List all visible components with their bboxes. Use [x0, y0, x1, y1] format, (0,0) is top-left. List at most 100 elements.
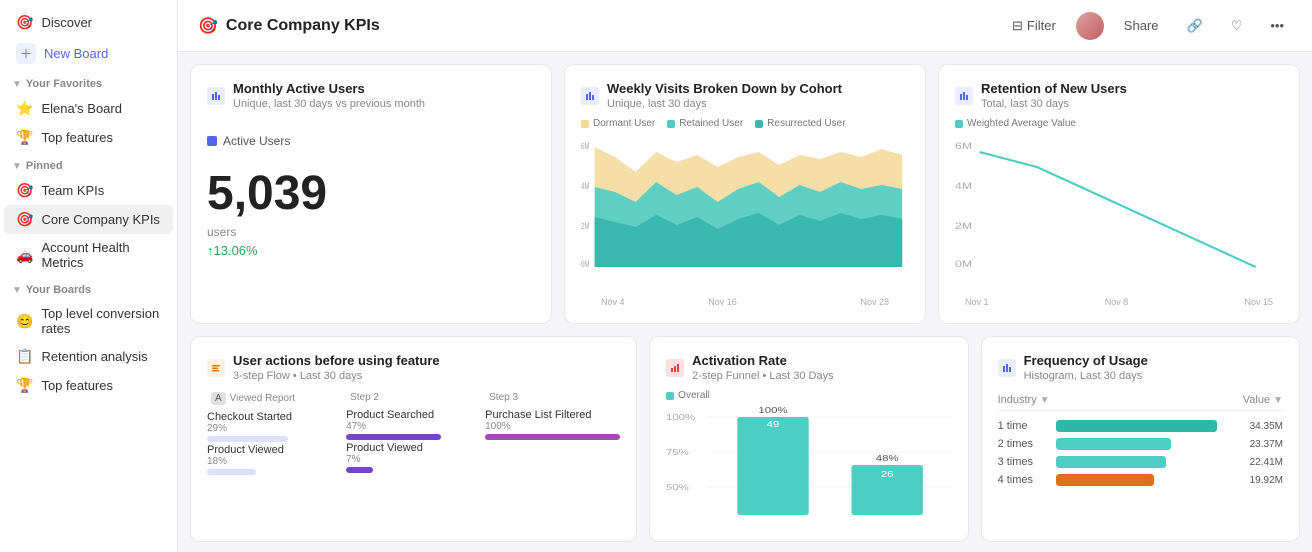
- mau-card: Monthly Active Users Unique, last 30 day…: [190, 64, 552, 324]
- legend-weighted: Weighted Average Value: [955, 118, 1076, 129]
- weekly-subtitle: Unique, last 30 days: [607, 98, 842, 110]
- elenas-board-label: Elena's Board: [41, 101, 122, 116]
- dormant-dot: [581, 120, 589, 128]
- sidebar-item-new-board[interactable]: ＋ New Board: [4, 37, 173, 70]
- freq-bar-3: [1056, 456, 1166, 468]
- bar-c1: [485, 434, 620, 440]
- title-icon: 🎯: [198, 16, 218, 36]
- frequency-title-text: Frequency of Usage: [1024, 353, 1148, 368]
- sidebar-item-core-company[interactable]: 🎯 Core Company KPIs: [4, 205, 173, 234]
- user-actions-title: User actions before using feature: [233, 353, 440, 368]
- link-button[interactable]: 🔗: [1179, 14, 1211, 38]
- freq-row-2: 2 times 23.37M: [998, 435, 1283, 453]
- sidebar-new-board-label: New Board: [44, 46, 108, 61]
- freq-label-2: 2 times: [998, 438, 1048, 450]
- industry-label: Industry: [998, 394, 1037, 406]
- industry-header[interactable]: Industry ▼: [998, 394, 1050, 406]
- weekly-x-labels: Nov 4 Nov 16 Nov 28: [581, 297, 909, 307]
- sidebar-item-retention[interactable]: 📋 Retention analysis: [4, 342, 173, 371]
- sidebar-item-elenas-board[interactable]: ⭐ Elena's Board: [4, 94, 173, 123]
- funnel-columns: A Viewed Report Checkout Started 29% Pro…: [207, 390, 620, 477]
- mau-subtitle: Unique, last 30 days vs previous month: [233, 98, 425, 110]
- sidebar-item-top-features-board[interactable]: 🏆 Top features: [4, 371, 173, 400]
- star-icon: ⭐: [16, 100, 33, 117]
- target-icon: 🎯: [16, 182, 33, 199]
- more-button[interactable]: •••: [1262, 14, 1292, 37]
- freq-row-3: 3 times 22.41M: [998, 453, 1283, 471]
- svg-text:4M: 4M: [581, 181, 590, 192]
- value-header[interactable]: Value ▼: [1243, 394, 1283, 406]
- filter-button[interactable]: ⊟ Filter: [1004, 14, 1064, 38]
- sidebar-boards-section[interactable]: ▼ Your Boards: [0, 276, 177, 300]
- activation-header: Activation Rate 2-step Funnel • Last 30 …: [666, 353, 951, 382]
- resurrected-dot: [755, 120, 763, 128]
- bar-b2: [346, 467, 373, 473]
- item-c1-label: Purchase List Filtered: [485, 409, 620, 421]
- legend-dormant: Dormant User: [581, 118, 655, 129]
- chevron-icon: ▼: [12, 79, 22, 90]
- svg-text:6M: 6M: [581, 141, 590, 152]
- svg-text:2M: 2M: [955, 221, 972, 231]
- car-icon: 🚗: [16, 247, 33, 264]
- share-button[interactable]: Share: [1116, 14, 1167, 37]
- user-actions-title-text: User actions before using feature: [233, 353, 440, 368]
- filter-icon: ⊟: [1012, 18, 1023, 34]
- legend-retained: Retained User: [667, 118, 743, 129]
- frequency-card: Frequency of Usage Histogram, Last 30 da…: [981, 336, 1300, 542]
- sidebar-item-team-kpis[interactable]: 🎯 Team KPIs: [4, 176, 173, 205]
- sidebar-item-conversion[interactable]: 😊 Top level conversion rates: [4, 300, 173, 342]
- dormant-label: Dormant User: [593, 118, 655, 129]
- activation-subtitle: 2-step Funnel • Last 30 Days: [692, 370, 833, 382]
- freq-bar-wrap-2: [1056, 438, 1225, 450]
- value-label: Value: [1243, 394, 1270, 406]
- sidebar-item-account-health[interactable]: 🚗 Account Health Metrics: [4, 234, 173, 276]
- favorite-button[interactable]: ♡: [1223, 14, 1251, 38]
- page-title: 🎯 Core Company KPIs: [198, 16, 380, 36]
- mau-title: Monthly Active Users: [233, 81, 425, 96]
- freq-bar-2: [1056, 438, 1171, 450]
- funnel-col-a: A Viewed Report Checkout Started 29% Pro…: [207, 390, 342, 477]
- trophy-icon-2: 🏆: [16, 377, 33, 394]
- sidebar-item-discover[interactable]: 🎯 Discover: [4, 8, 173, 37]
- user-actions-subtitle: 3-step Flow • Last 30 days: [233, 370, 440, 382]
- retention-title-text: Retention of New Users: [981, 81, 1127, 96]
- freq-value-3: 22.41M: [1233, 457, 1283, 468]
- bar-b1: [346, 434, 441, 440]
- funnel-item-a1: Checkout Started 29%: [207, 411, 342, 442]
- retention-label: Retention analysis: [41, 349, 147, 364]
- funnel-item-b2: Product Viewed 7%: [346, 442, 481, 473]
- legend-resurrected: Resurrected User: [755, 118, 845, 129]
- col-c-label: Step 3: [489, 392, 518, 403]
- freq-table-header: Industry ▼ Value ▼: [998, 390, 1283, 411]
- activation-icon: [666, 359, 684, 377]
- activation-legend: Overall: [666, 390, 951, 401]
- item-b1-pct: 47%: [346, 421, 481, 432]
- discover-icon: 🎯: [16, 14, 33, 31]
- svg-text:6M: 6M: [955, 141, 972, 151]
- freq-bar-wrap-1: [1056, 420, 1225, 432]
- svg-text:49: 49: [767, 421, 780, 430]
- funnel-col-a-header: A Viewed Report: [207, 390, 342, 407]
- avatar[interactable]: [1076, 12, 1104, 40]
- col-a-label: Viewed Report: [230, 393, 295, 404]
- chevron-icon-3: ▼: [12, 285, 22, 296]
- sidebar-item-top-features-fav[interactable]: 🏆 Top features: [4, 123, 173, 152]
- activation-title: Activation Rate: [692, 353, 833, 368]
- funnel-item-b1: Product Searched 47%: [346, 409, 481, 440]
- mau-users-label: Active Users: [207, 134, 535, 148]
- sidebar: 🎯 Discover ＋ New Board ▼ Your Favorites …: [0, 0, 178, 552]
- mau-change: ↑13.06%: [207, 243, 535, 258]
- funnel-item-c1: Purchase List Filtered 100%: [485, 409, 620, 440]
- freq-bar-wrap-4: [1056, 474, 1225, 486]
- boards-label: Your Boards: [26, 284, 91, 296]
- sidebar-pinned-section[interactable]: ▼ Pinned: [0, 152, 177, 176]
- target-icon-2: 🎯: [16, 211, 33, 228]
- weekly-x2: Nov 16: [708, 297, 777, 307]
- col-letter-a: A: [211, 392, 226, 405]
- share-label: Share: [1124, 18, 1159, 33]
- svg-text:100%: 100%: [666, 414, 695, 423]
- sidebar-favorites-section[interactable]: ▼ Your Favorites: [0, 70, 177, 94]
- bar-a2: [207, 469, 256, 475]
- overall-dot: [666, 392, 674, 400]
- weekly-legend: Dormant User Retained User Resurrected U…: [581, 118, 909, 129]
